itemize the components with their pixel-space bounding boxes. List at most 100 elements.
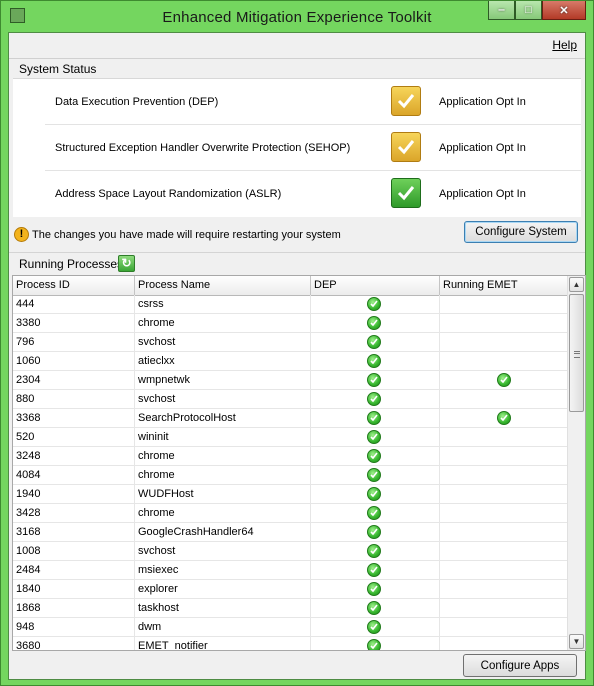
refresh-icon[interactable]: ↻ [118, 255, 135, 272]
dep-enabled-check-icon [367, 373, 381, 387]
close-icon: ✕ [559, 4, 569, 17]
dep-enabled-check-icon [367, 468, 381, 482]
scroll-up-icon[interactable]: ▲ [569, 277, 584, 292]
dep-enabled-check-icon [367, 487, 381, 501]
column-header-running-emet[interactable]: Running EMET [440, 276, 569, 295]
process-id-cell: 3248 [13, 447, 135, 465]
process-name-cell: wmpnetwk [135, 371, 311, 389]
status-row-aslr: Address Space Layout Randomization (ASLR… [45, 171, 581, 217]
dep-enabled-check-icon [367, 392, 381, 406]
table-header: Process ID Process Name DEP Running EMET [13, 276, 569, 296]
table-row[interactable]: 1840 explorer [13, 580, 569, 599]
dep-enabled-check-icon [367, 411, 381, 425]
process-id-cell: 948 [13, 618, 135, 636]
running-emet-cell [440, 466, 569, 484]
process-name-cell: EMET_notifier [135, 637, 311, 650]
column-header-process-id[interactable]: Process ID [13, 276, 135, 295]
table-row[interactable]: 3168 GoogleCrashHandler64 [13, 523, 569, 542]
process-id-cell: 3680 [13, 637, 135, 650]
scroll-down-icon[interactable]: ▼ [569, 634, 584, 649]
table-row[interactable]: 4084 chrome [13, 466, 569, 485]
running-emet-cell [440, 523, 569, 541]
configure-system-button[interactable]: Configure System [464, 221, 578, 243]
dep-cell [311, 409, 440, 427]
process-name-cell: svchost [135, 333, 311, 351]
status-label: Data Execution Prevention (DEP) [55, 96, 219, 108]
dep-cell [311, 542, 440, 560]
process-id-cell: 444 [13, 295, 135, 313]
table-row[interactable]: 1940 WUDFHost [13, 485, 569, 504]
table-row[interactable]: 948 dwm [13, 618, 569, 637]
running-emet-cell [440, 599, 569, 617]
table-row[interactable]: 3368 SearchProtocolHost [13, 409, 569, 428]
system-status-header: System Status [19, 62, 97, 76]
status-label: Address Space Layout Randomization (ASLR… [55, 188, 282, 200]
help-menu[interactable]: Help [552, 38, 577, 52]
dep-cell [311, 390, 440, 408]
table-row[interactable]: 796 svchost [13, 333, 569, 352]
process-name-cell: wininit [135, 428, 311, 446]
column-header-dep[interactable]: DEP [311, 276, 440, 295]
dep-enabled-check-icon [367, 563, 381, 577]
configure-apps-button[interactable]: Configure Apps [463, 654, 577, 677]
status-row-dep: Data Execution Prevention (DEP) Applicat… [45, 79, 581, 125]
process-id-cell: 1940 [13, 485, 135, 503]
scroll-thumb[interactable] [569, 294, 584, 412]
title-bar[interactable]: Enhanced Mitigation Experience Toolkit ‒… [1, 1, 593, 33]
emet-running-check-icon [497, 411, 511, 425]
table-row[interactable]: 2304 wmpnetwk [13, 371, 569, 390]
table-body: 444 csrss 3380 chrome 796 svchost 1060 atieclxx… [13, 295, 569, 650]
close-button[interactable]: ✕ [542, 1, 586, 20]
process-name-cell: svchost [135, 390, 311, 408]
section-divider [9, 252, 585, 253]
table-row[interactable]: 880 svchost [13, 390, 569, 409]
column-header-process-name[interactable]: Process Name [135, 276, 311, 295]
process-id-cell: 1868 [13, 599, 135, 617]
dep-cell [311, 561, 440, 579]
process-id-cell: 3368 [13, 409, 135, 427]
dep-cell [311, 371, 440, 389]
maximize-button[interactable]: □ [515, 1, 542, 20]
system-status-panel: Data Execution Prevention (DEP) Applicat… [13, 78, 581, 217]
process-name-cell: atieclxx [135, 352, 311, 370]
dep-enabled-check-icon [367, 449, 381, 463]
running-emet-cell [440, 561, 569, 579]
process-id-cell: 3428 [13, 504, 135, 522]
table-row[interactable]: 1008 svchost [13, 542, 569, 561]
sehop-status-check-icon [391, 132, 421, 162]
table-row[interactable]: 3680 EMET_notifier [13, 637, 569, 650]
dep-enabled-check-icon [367, 316, 381, 330]
dep-cell [311, 352, 440, 370]
process-id-cell: 4084 [13, 466, 135, 484]
process-id-cell: 2484 [13, 561, 135, 579]
process-table: Process ID Process Name DEP Running EMET… [12, 275, 586, 651]
dep-cell [311, 618, 440, 636]
dep-cell [311, 314, 440, 332]
table-row[interactable]: 1060 atieclxx [13, 352, 569, 371]
process-name-cell: taskhost [135, 599, 311, 617]
dep-cell [311, 295, 440, 313]
process-name-cell: svchost [135, 542, 311, 560]
dep-cell [311, 485, 440, 503]
status-value: Application Opt In [439, 96, 526, 108]
running-emet-cell [440, 542, 569, 560]
status-value: Application Opt In [439, 188, 526, 200]
table-row[interactable]: 520 wininit [13, 428, 569, 447]
dep-enabled-check-icon [367, 639, 381, 650]
dep-enabled-check-icon [367, 544, 381, 558]
table-row[interactable]: 2484 msiexec [13, 561, 569, 580]
table-row[interactable]: 3380 chrome [13, 314, 569, 333]
table-row[interactable]: 3248 chrome [13, 447, 569, 466]
dep-cell [311, 580, 440, 598]
process-id-cell: 796 [13, 333, 135, 351]
status-row-sehop: Structured Exception Handler Overwrite P… [45, 125, 581, 171]
table-row[interactable]: 444 csrss [13, 295, 569, 314]
vertical-scrollbar[interactable]: ▲ ▼ [567, 276, 585, 650]
dep-cell [311, 466, 440, 484]
minimize-button[interactable]: ‒ [488, 1, 515, 20]
table-row[interactable]: 1868 taskhost [13, 599, 569, 618]
dep-cell [311, 504, 440, 522]
process-name-cell: csrss [135, 295, 311, 313]
help-menu-label: Help [552, 38, 577, 52]
table-row[interactable]: 3428 chrome [13, 504, 569, 523]
